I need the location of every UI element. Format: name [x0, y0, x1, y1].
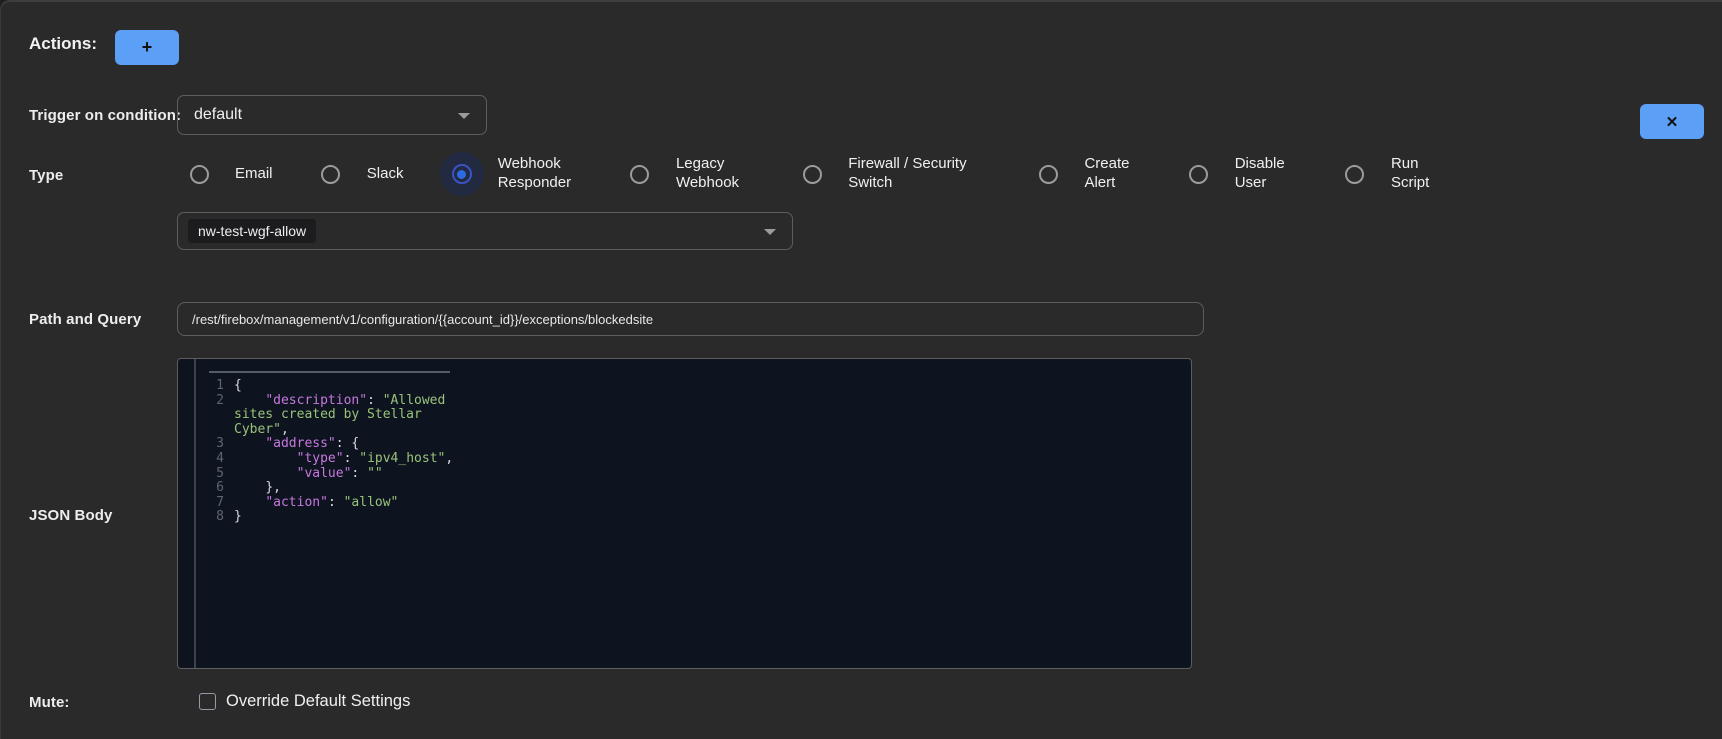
radio-option-disable-user[interactable]: Disable User — [1177, 152, 1297, 196]
actions-label: Actions: — [29, 34, 97, 54]
code-line-content: "address": { — [234, 437, 456, 452]
editor-horizontal-scrollbar[interactable] — [209, 371, 450, 373]
code-line-content: "action": "allow" — [234, 496, 456, 511]
code-line-content: "type": "ipv4_host", — [234, 452, 456, 467]
radio-button-icon[interactable] — [1026, 152, 1070, 196]
line-number: 5 — [178, 467, 224, 482]
trigger-condition-select[interactable]: default — [177, 95, 487, 135]
chevron-down-icon — [764, 229, 776, 235]
radio-button-icon[interactable] — [309, 152, 353, 196]
type-radio-group: Email Slack Webhook Responder Legacy Webhoo… — [177, 149, 1441, 199]
radio-option-label: Email — [235, 165, 273, 184]
radio-button-icon[interactable] — [1333, 152, 1377, 196]
radio-option-run-script[interactable]: Run Script — [1333, 152, 1441, 196]
radio-option-firewall-security-switch[interactable]: Firewall / Security Switch — [790, 152, 990, 196]
action-config-panel: Actions: + Trigger on condition: default… — [0, 0, 1722, 739]
code-line: 3 "address": { — [178, 437, 1191, 452]
radio-option-label: Create Alert — [1084, 155, 1140, 193]
code-line: 6 }, — [178, 481, 1191, 496]
radio-option-label: Webhook Responder — [498, 155, 582, 193]
radio-option-slack[interactable]: Slack — [309, 152, 404, 196]
override-default-settings-checkbox[interactable] — [199, 693, 216, 710]
close-icon: ✕ — [1666, 113, 1679, 131]
line-number: 4 — [178, 452, 224, 467]
mute-label: Mute: — [29, 694, 70, 711]
code-line-content: "value": "" — [234, 467, 456, 482]
radio-option-label: Run Script — [1391, 155, 1441, 193]
responder-select[interactable]: nw-test-wgf-allow — [177, 212, 793, 250]
responder-value-chip: nw-test-wgf-allow — [188, 219, 316, 243]
radio-option-webhook-responder[interactable]: Webhook Responder — [440, 152, 582, 196]
code-line-content: }, — [234, 481, 456, 496]
code-line: 2 "description": "Allowed sites created … — [178, 394, 1191, 438]
code-line: 7 "action": "allow" — [178, 496, 1191, 511]
trigger-condition-label: Trigger on condition: — [29, 107, 181, 124]
code-line: 1{ — [178, 379, 1191, 394]
radio-button-icon[interactable] — [177, 152, 221, 196]
line-number: 6 — [178, 481, 224, 496]
radio-option-label: Slack — [367, 165, 404, 184]
code-line: 8} — [178, 510, 1191, 525]
plus-icon: + — [142, 37, 153, 58]
code-line: 5 "value": "" — [178, 467, 1191, 482]
type-label: Type — [29, 167, 63, 184]
override-default-settings-label: Override Default Settings — [226, 692, 410, 711]
line-number: 7 — [178, 496, 224, 511]
line-number: 2 — [178, 394, 224, 438]
code-line-content: } — [234, 510, 456, 525]
radio-button-icon[interactable] — [618, 152, 662, 196]
code-lines: 1{2 "description": "Allowed sites create… — [178, 379, 1191, 525]
radio-option-create-alert[interactable]: Create Alert — [1026, 152, 1140, 196]
path-and-query-input[interactable] — [177, 302, 1204, 336]
json-body-label: JSON Body — [29, 507, 112, 524]
radio-option-legacy-webhook[interactable]: Legacy Webhook — [618, 152, 754, 196]
mute-row: Mute: Override Default Settings — [1, 690, 1722, 716]
trigger-condition-value: default — [194, 106, 242, 124]
line-number: 1 — [178, 379, 224, 394]
line-number: 8 — [178, 510, 224, 525]
radio-button-icon[interactable] — [790, 152, 834, 196]
radio-option-label: Disable User — [1235, 155, 1297, 193]
chevron-down-icon — [458, 113, 470, 119]
code-line-content: "description": "Allowed sites created by… — [234, 394, 456, 438]
radio-button-icon[interactable] — [440, 152, 484, 196]
code-line: 4 "type": "ipv4_host", — [178, 452, 1191, 467]
json-body-editor[interactable]: 1{2 "description": "Allowed sites create… — [177, 358, 1192, 669]
radio-option-email[interactable]: Email — [177, 152, 273, 196]
remove-action-button[interactable]: ✕ — [1640, 104, 1704, 139]
line-number: 3 — [178, 437, 224, 452]
path-and-query-label: Path and Query — [29, 311, 141, 328]
radio-option-label: Legacy Webhook — [676, 155, 754, 193]
code-line-content: { — [234, 379, 456, 394]
radio-button-icon[interactable] — [1177, 152, 1221, 196]
add-action-button[interactable]: + — [115, 30, 179, 65]
radio-option-label: Firewall / Security Switch — [848, 155, 990, 193]
